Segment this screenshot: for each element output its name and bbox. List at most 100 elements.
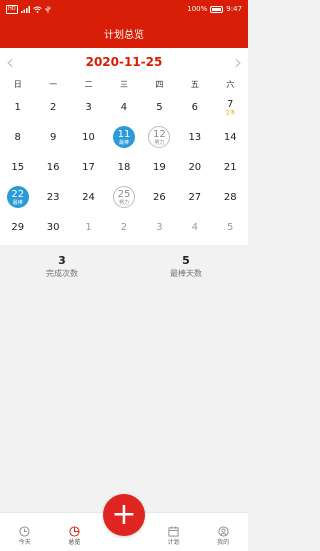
day-grid: 1 2 3 4 5 6 7 立冬 8 9 10 11 最棒 12 努力 13 14 15 16 17 18 19 20 21 2… [0, 92, 248, 242]
day-marker: 25 努力 [112, 186, 135, 208]
usb-icon [45, 5, 51, 13]
weekday-label: 六 [226, 79, 235, 89]
day-number: 17 [82, 161, 95, 173]
calendar-day[interactable]: 18 [106, 152, 141, 182]
calendar-day[interactable]: 17 [71, 152, 106, 182]
day-marker: 3 [148, 216, 170, 238]
tab-overview[interactable]: 总览 [50, 513, 100, 551]
calendar-day[interactable]: 25 努力 [106, 182, 141, 212]
day-marker: 2 [42, 96, 64, 118]
calendar-day[interactable]: 10 [71, 122, 106, 152]
tab-plan[interactable]: 计划 [149, 513, 199, 551]
day-marker: 16 [42, 156, 64, 178]
day-number: 1 [14, 101, 21, 113]
day-number: 4 [120, 101, 128, 113]
calendar-day[interactable]: 19 [142, 152, 177, 182]
add-plan-button[interactable]: + [103, 494, 145, 536]
calendar-day[interactable]: 30 [35, 212, 70, 242]
day-number: 2 [120, 221, 128, 233]
calendar-day[interactable]: 1 [71, 212, 106, 242]
day-note: 最棒 [118, 139, 129, 146]
page-title: 计划总览 [104, 29, 144, 41]
day-number: 15 [11, 161, 25, 173]
calendar-day[interactable]: 4 [177, 212, 212, 242]
calendar-day[interactable]: 6 [177, 92, 212, 122]
calendar-day[interactable]: 2 [35, 92, 70, 122]
calendar-day[interactable]: 5 [213, 212, 248, 242]
battery-percent: 100% [187, 5, 208, 13]
calendar-day[interactable]: 9 [35, 122, 70, 152]
calendar-day[interactable]: 23 [35, 182, 70, 212]
day-number: 7 [227, 98, 234, 110]
day-marker: 4 [184, 216, 206, 238]
calendar-day[interactable]: 1 [0, 92, 35, 122]
month-title: 2020-11-25 [85, 55, 163, 69]
completed-stat: 3 完成次数 [0, 254, 124, 294]
tab-mine[interactable]: 我的 [198, 513, 248, 551]
sim-hd-icon: HD [6, 4, 18, 14]
calendar-day[interactable]: 3 [71, 92, 106, 122]
calendar-day[interactable]: 4 [106, 92, 141, 122]
calendar-day[interactable]: 8 [0, 122, 35, 152]
prev-month-chevron-icon[interactable]: ‹ [6, 52, 14, 72]
day-marker: 4 [113, 96, 135, 118]
day-marker: 7 立冬 [219, 96, 241, 118]
best-days-count: 5 [182, 254, 190, 267]
day-marker: 14 [219, 126, 241, 148]
calendar-day[interactable]: 15 [0, 152, 35, 182]
day-number: 5 [227, 221, 234, 233]
calendar: ‹ 2020-11-25 › 日 一 二 三 四 五 六 1 2 3 4 5 6 7 立冬 8 9… [0, 48, 248, 245]
day-note: 努力 [154, 139, 165, 146]
calendar-day[interactable]: 22 最棒 [0, 182, 35, 212]
calendar-day[interactable]: 20 [177, 152, 212, 182]
calendar-day[interactable]: 3 [142, 212, 177, 242]
day-marker: 8 [7, 126, 29, 148]
weekday-label: 二 [84, 79, 93, 89]
calendar-day[interactable]: 13 [177, 122, 212, 152]
calendar-day[interactable]: 14 [213, 122, 248, 152]
day-number: 6 [191, 101, 198, 113]
wifi-icon [32, 6, 42, 13]
day-number: 30 [46, 221, 60, 233]
day-note: 努力 [118, 199, 129, 206]
day-number: 2 [49, 101, 57, 113]
day-number: 24 [82, 191, 95, 203]
calendar-day[interactable]: 16 [35, 152, 70, 182]
calendar-day[interactable]: 5 [142, 92, 177, 122]
best-days-stat: 5 最棒天数 [124, 254, 248, 294]
calendar-day[interactable]: 26 [142, 182, 177, 212]
calendar-day[interactable]: 28 [213, 182, 248, 212]
day-number: 3 [156, 221, 163, 233]
calendar-day[interactable]: 29 [0, 212, 35, 242]
day-number: 10 [82, 131, 95, 143]
calendar-day[interactable]: 21 [213, 152, 248, 182]
tab-today[interactable]: 今天 [0, 513, 50, 551]
clock-icon [19, 526, 30, 537]
calendar-day[interactable]: 12 努力 [142, 122, 177, 152]
day-marker: 1 [7, 96, 29, 118]
calendar-day[interactable]: 7 立冬 [213, 92, 248, 122]
tab-mine-label: 我的 [217, 539, 230, 546]
day-marker: 10 [78, 126, 100, 148]
calendar-icon [168, 526, 179, 537]
day-marker: 28 [219, 186, 241, 208]
day-marker: 2 [113, 216, 135, 238]
weekday-label: 五 [190, 79, 199, 89]
day-marker: 21 [219, 156, 241, 178]
day-marker: 11 最棒 [112, 126, 135, 148]
calendar-day[interactable]: 24 [71, 182, 106, 212]
calendar-day[interactable]: 2 [106, 212, 141, 242]
calendar-day[interactable]: 11 最棒 [106, 122, 141, 152]
day-number: 19 [153, 161, 166, 173]
day-marker: 15 [7, 156, 29, 178]
calendar-day[interactable]: 27 [177, 182, 212, 212]
next-month-chevron-icon[interactable]: › [234, 52, 242, 72]
weekday-header: 日 一 二 三 四 五 六 [0, 76, 248, 92]
day-number: 25 [117, 188, 131, 200]
day-number: 29 [11, 221, 25, 233]
day-marker: 17 [78, 156, 100, 178]
day-number: 18 [117, 161, 131, 173]
month-row: ‹ 2020-11-25 › [0, 48, 248, 76]
day-marker: 22 最棒 [6, 186, 29, 208]
day-marker: 12 努力 [148, 126, 171, 148]
